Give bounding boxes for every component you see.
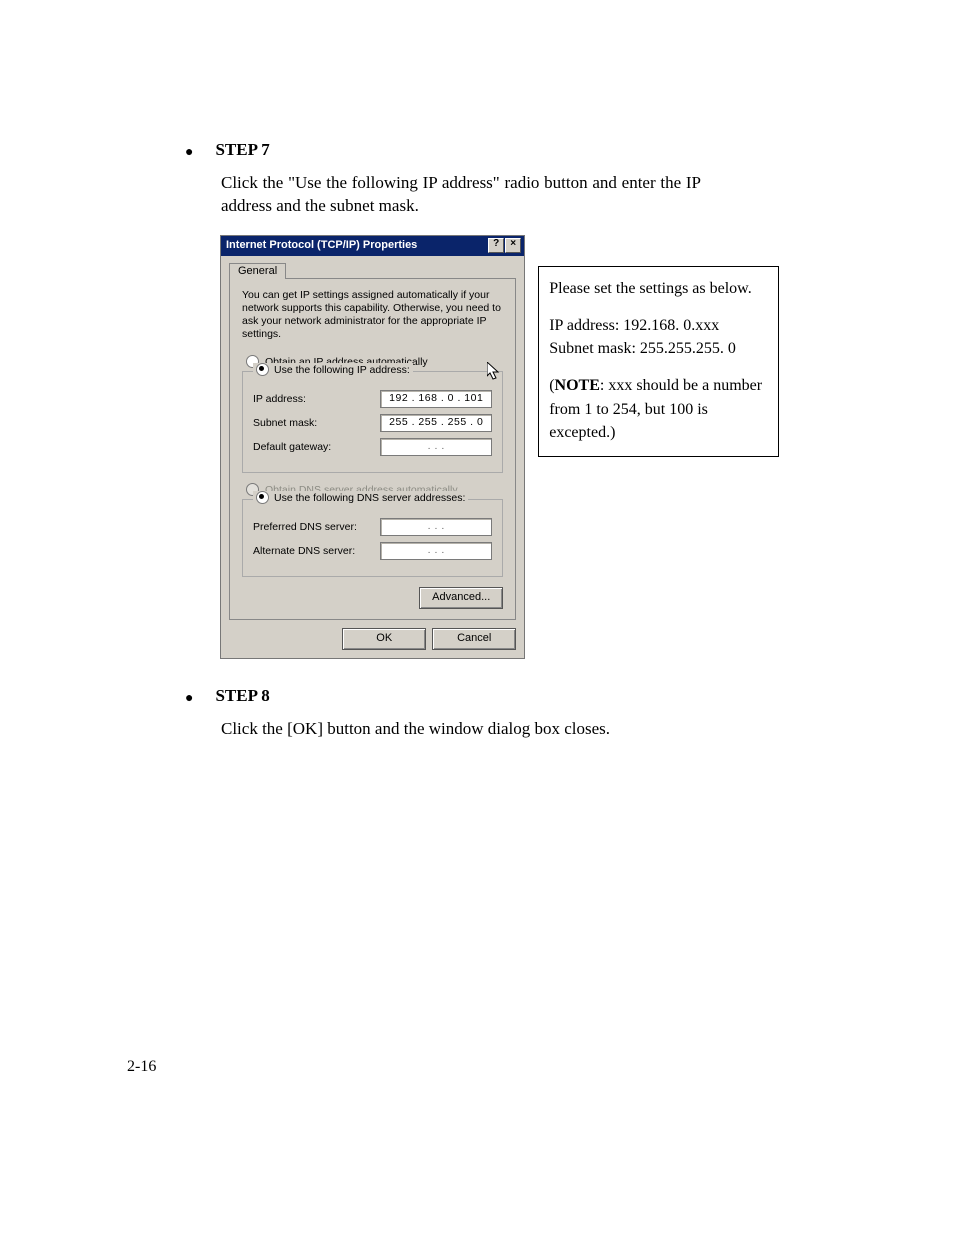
radio-icon-checked [256, 491, 269, 504]
subnet-mask-input[interactable]: 255 . 255 . 255 . 0 [380, 414, 492, 432]
step7-body: Click the "Use the following IP address"… [221, 172, 701, 218]
ip-address-input[interactable]: 192 . 168 . 0 . 101 [380, 390, 492, 408]
preferred-dns-input[interactable]: . . . [380, 518, 492, 536]
step8-body: Click the [OK] button and the window dia… [221, 718, 701, 741]
bullet-icon: ● [185, 146, 193, 160]
close-button[interactable]: × [505, 238, 521, 253]
settings-note-box: Please set the settings as below. IP add… [538, 266, 779, 457]
step8-title: STEP 8 [215, 686, 269, 706]
step7-heading: ● STEP 7 [185, 140, 779, 160]
tcpip-properties-dialog: Internet Protocol (TCP/IP) Properties ? … [221, 236, 524, 659]
default-gateway-label: Default gateway: [253, 441, 331, 453]
note-line1: Please set the settings as below. [549, 277, 768, 300]
help-button[interactable]: ? [488, 238, 504, 253]
radio-label: Use the following IP address: [274, 364, 410, 376]
alternate-dns-label: Alternate DNS server: [253, 545, 355, 557]
ok-button[interactable]: OK [342, 628, 426, 650]
advanced-button[interactable]: Advanced... [419, 587, 503, 609]
radio-icon-checked [256, 363, 269, 376]
radio-label: Use the following DNS server addresses: [274, 492, 465, 504]
ip-address-label: IP address: [253, 393, 306, 405]
note-line3: (NOTE: xxx should be a number from 1 to … [549, 374, 768, 444]
dns-fieldset: Use the following DNS server addresses: … [242, 499, 503, 577]
page-number: 2-16 [127, 1058, 156, 1076]
step8-heading: ● STEP 8 [185, 686, 779, 706]
ip-fieldset: Use the following IP address: IP address… [242, 371, 503, 473]
bullet-icon: ● [185, 692, 193, 706]
figure-row: Internet Protocol (TCP/IP) Properties ? … [221, 236, 779, 659]
dialog-description: You can get IP settings assigned automat… [242, 289, 503, 342]
dialog-titlebar: Internet Protocol (TCP/IP) Properties ? … [221, 236, 524, 256]
default-gateway-input[interactable]: . . . [380, 438, 492, 456]
radio-use-following-ip[interactable]: Use the following IP address: [253, 363, 413, 376]
subnet-mask-label: Subnet mask: [253, 417, 317, 429]
alternate-dns-input[interactable]: . . . [380, 542, 492, 560]
preferred-dns-label: Preferred DNS server: [253, 521, 357, 533]
step7-title: STEP 7 [215, 140, 269, 160]
tab-general[interactable]: General [229, 263, 286, 279]
note-line2: IP address: 192.168. 0.xxx Subnet mask: … [549, 314, 768, 360]
cancel-button[interactable]: Cancel [432, 628, 516, 650]
dialog-title: Internet Protocol (TCP/IP) Properties [226, 239, 417, 251]
radio-use-following-dns[interactable]: Use the following DNS server addresses: [253, 491, 468, 504]
